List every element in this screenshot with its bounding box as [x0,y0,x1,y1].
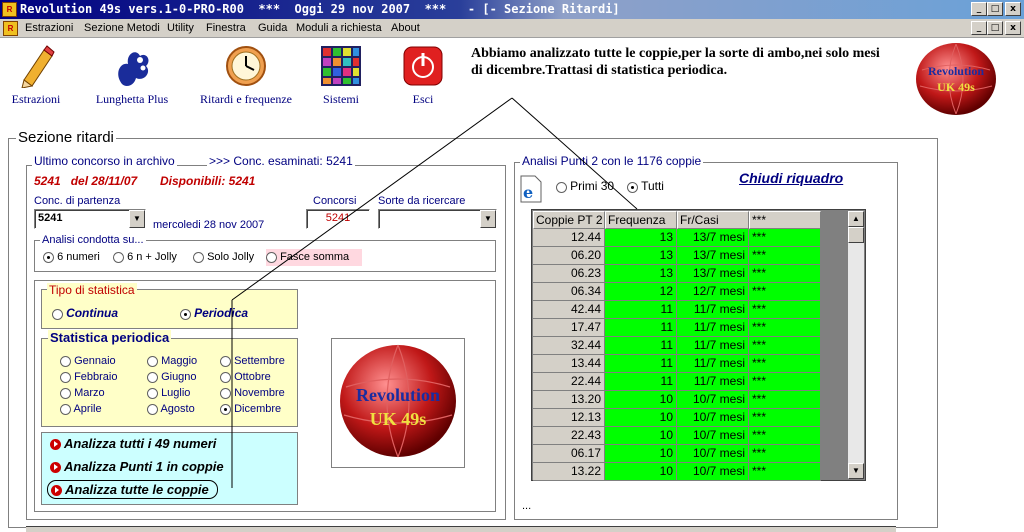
callout-lines [231,97,638,488]
